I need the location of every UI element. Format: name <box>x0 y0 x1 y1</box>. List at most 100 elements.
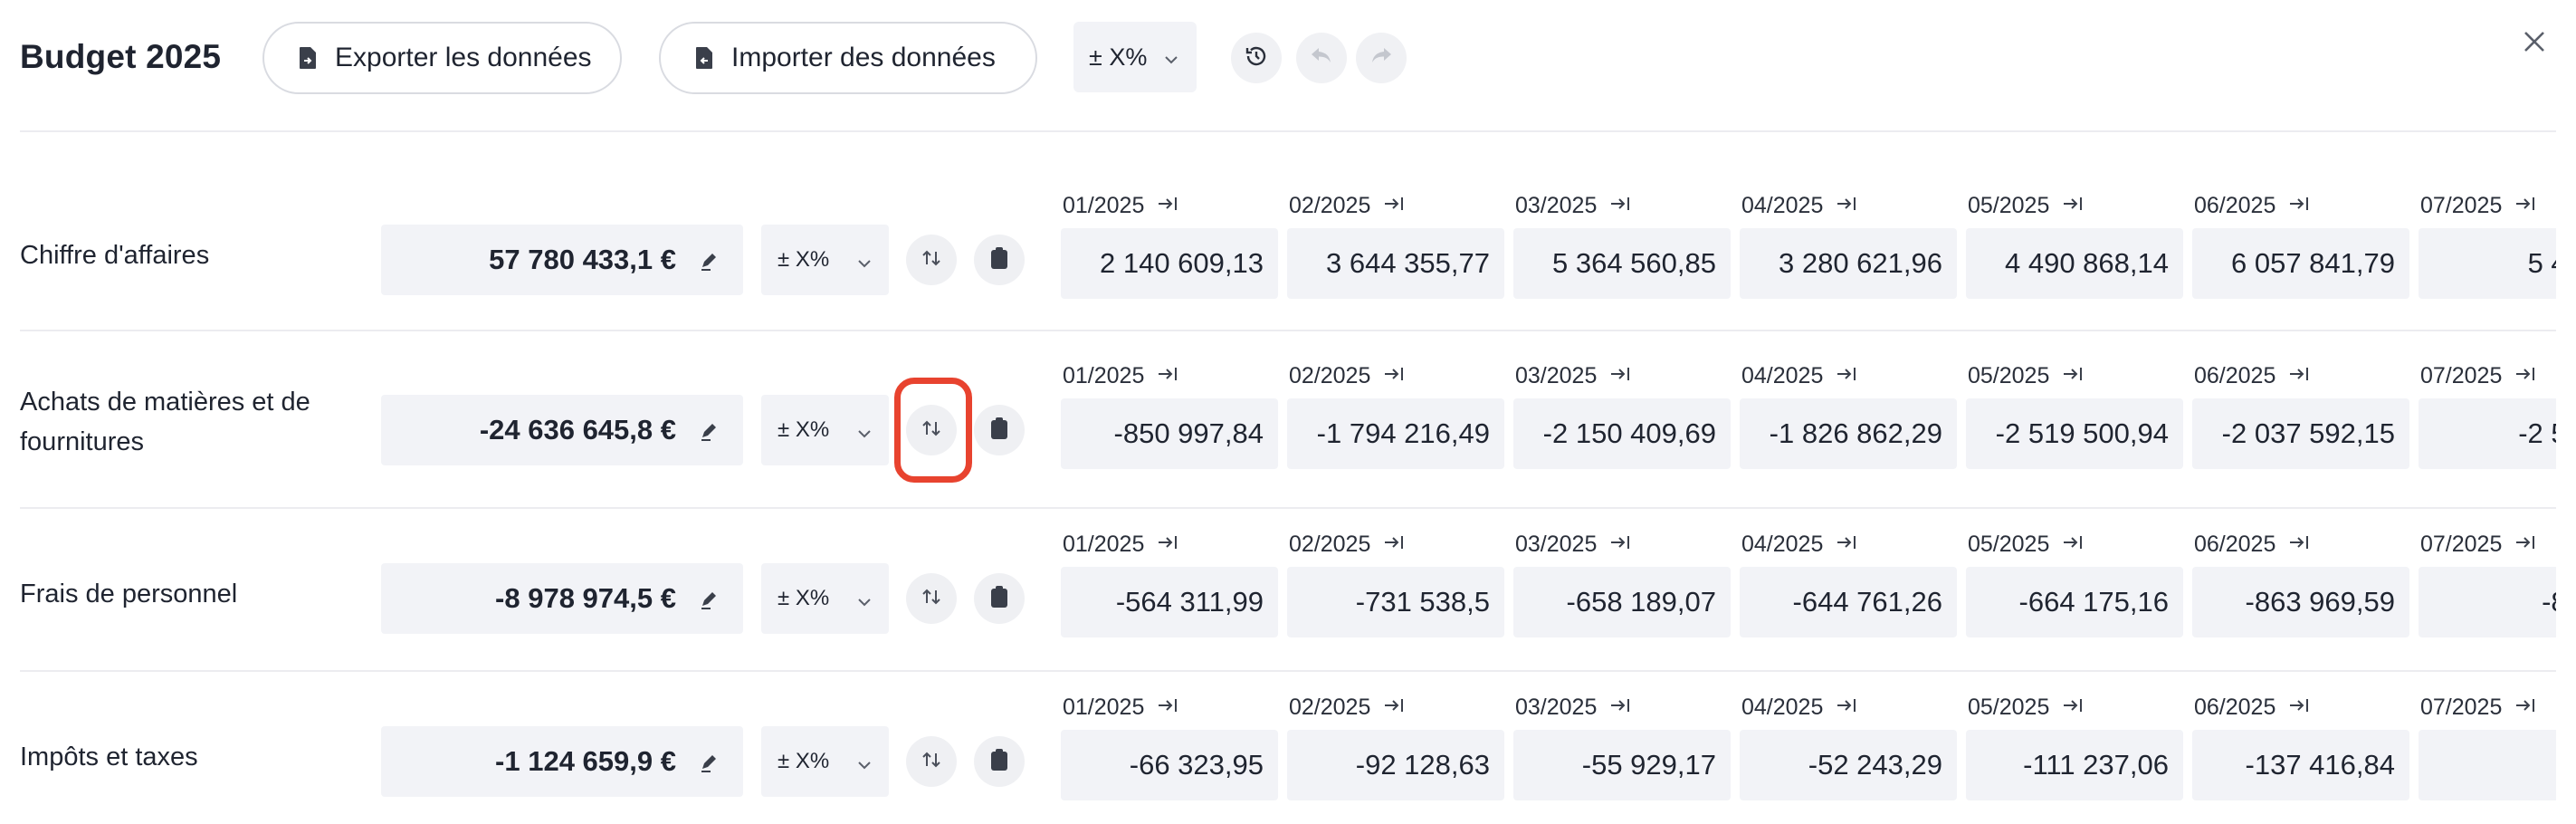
arrow-to-right-icon[interactable] <box>2288 190 2310 221</box>
month-value-field[interactable]: -137 416,84 <box>2192 730 2409 800</box>
pencil-icon[interactable] <box>698 587 721 610</box>
month-value-field[interactable]: -644 761,26 <box>1740 567 1957 637</box>
month-value-field[interactable]: -804 1 <box>2419 567 2556 637</box>
pencil-icon[interactable] <box>698 248 721 272</box>
month-column: 01/2025 2 140 609,13 <box>1061 190 1278 302</box>
import-data-button[interactable]: Importer des données <box>659 22 1037 94</box>
month-value-field[interactable]: -850 997,84 <box>1061 398 1278 469</box>
month-value-field[interactable]: -66 323,95 <box>1061 730 1278 800</box>
month-value-field[interactable]: -1 826 862,29 <box>1740 398 1957 469</box>
month-header: 04/2025 <box>1741 190 1857 221</box>
month-header: 06/2025 <box>2194 190 2310 221</box>
sort-arrows-icon <box>920 246 943 274</box>
month-value-field[interactable]: -111 237,06 <box>1966 730 2183 800</box>
row-percent-select[interactable]: ± X% <box>761 395 889 465</box>
arrow-to-right-icon[interactable] <box>2062 190 2084 221</box>
month-label: 05/2025 <box>1968 532 2050 557</box>
undo-button[interactable] <box>1296 33 1347 83</box>
month-columns: 01/2025 -66 323,95 02/2025 -92 128,63 03/202… <box>1061 692 2556 804</box>
history-button[interactable] <box>1231 33 1282 83</box>
clipboard-button[interactable] <box>974 235 1025 285</box>
arrow-to-right-icon[interactable] <box>1609 529 1631 560</box>
clipboard-button[interactable] <box>974 405 1025 455</box>
arrow-to-right-icon[interactable] <box>1383 692 1405 723</box>
month-label: 01/2025 <box>1063 695 1145 720</box>
arrow-to-right-icon[interactable] <box>2514 360 2536 391</box>
month-label: 07/2025 <box>2420 193 2503 218</box>
month-value-field[interactable]: -52 243,29 <box>1740 730 1957 800</box>
month-value-field[interactable]: -664 175,16 <box>1966 567 2183 637</box>
arrow-to-right-icon[interactable] <box>2062 360 2084 391</box>
month-header: 04/2025 <box>1741 529 1857 560</box>
arrow-to-right-icon[interactable] <box>1609 360 1631 391</box>
row-total-field[interactable]: -24 636 645,8 € <box>381 395 743 465</box>
month-header: 04/2025 <box>1741 692 1857 723</box>
month-value-field[interactable]: -92 128,63 <box>1287 730 1504 800</box>
row-total-field[interactable]: 57 780 433,1 € <box>381 225 743 295</box>
month-value-field[interactable]: -564 311,99 <box>1061 567 1278 637</box>
arrow-to-right-icon[interactable] <box>1157 692 1178 723</box>
row-percent-select[interactable]: ± X% <box>761 225 889 295</box>
distribute-button[interactable] <box>906 736 957 787</box>
arrow-to-right-icon[interactable] <box>2514 529 2536 560</box>
arrow-to-right-icon[interactable] <box>1836 360 1857 391</box>
distribute-button[interactable] <box>906 573 957 624</box>
arrow-to-right-icon[interactable] <box>2514 692 2536 723</box>
row-total-field[interactable]: -8 978 974,5 € <box>381 563 743 634</box>
month-label: 02/2025 <box>1289 532 1371 557</box>
month-value-field[interactable]: 5 364 560,85 <box>1513 228 1731 299</box>
distribute-button[interactable] <box>906 235 957 285</box>
month-value-field[interactable]: 4 490 868,14 <box>1966 228 2183 299</box>
arrow-to-right-icon[interactable] <box>1383 529 1405 560</box>
month-value-field[interactable]: -863 969,59 <box>2192 567 2409 637</box>
month-value-field[interactable]: -731 538,5 <box>1287 567 1504 637</box>
month-label: 02/2025 <box>1289 695 1371 720</box>
arrow-to-right-icon[interactable] <box>1383 360 1405 391</box>
clipboard-icon <box>988 747 1010 777</box>
export-data-button[interactable]: Exporter les données <box>262 22 622 94</box>
clipboard-button[interactable] <box>974 573 1025 624</box>
arrow-to-right-icon[interactable] <box>1836 190 1857 221</box>
month-value-field[interactable]: 2 140 609,13 <box>1061 228 1278 299</box>
distribute-button[interactable] <box>906 405 957 455</box>
global-percent-select[interactable]: ± X% <box>1073 22 1197 92</box>
month-value-field[interactable]: -658 189,07 <box>1513 567 1731 637</box>
pencil-icon[interactable] <box>698 750 721 773</box>
month-value-field[interactable]: -2 037 592,15 <box>2192 398 2409 469</box>
month-value-field[interactable]: -2 150 409,69 <box>1513 398 1731 469</box>
month-label: 06/2025 <box>2194 532 2276 557</box>
arrow-to-right-icon[interactable] <box>1157 529 1178 560</box>
month-value-field[interactable]: 5 408 1 <box>2419 228 2556 299</box>
arrow-to-right-icon[interactable] <box>1157 360 1178 391</box>
arrow-to-right-icon[interactable] <box>1609 190 1631 221</box>
close-button[interactable] <box>2516 25 2552 62</box>
arrow-to-right-icon[interactable] <box>2288 529 2310 560</box>
chevron-down-icon <box>856 589 873 614</box>
month-value-field[interactable]: 3 644 355,77 <box>1287 228 1504 299</box>
row-total-field[interactable]: -1 124 659,9 € <box>381 726 743 797</box>
month-value-field[interactable]: 3 280 621,96 <box>1740 228 1957 299</box>
month-value-field[interactable]: -55 929,17 <box>1513 730 1731 800</box>
arrow-to-right-icon[interactable] <box>2062 529 2084 560</box>
month-value-field[interactable]: -2 579 9 <box>2419 398 2556 469</box>
clipboard-button[interactable] <box>974 736 1025 787</box>
month-value-field[interactable]: -1 794 216,49 <box>1287 398 1504 469</box>
month-value-field[interactable]: 6 057 841,79 <box>2192 228 2409 299</box>
arrow-to-right-icon[interactable] <box>2514 190 2536 221</box>
arrow-to-right-icon[interactable] <box>2288 360 2310 391</box>
arrow-to-right-icon[interactable] <box>1836 692 1857 723</box>
arrow-to-right-icon[interactable] <box>1157 190 1178 221</box>
month-value-field[interactable]: -69 2 <box>2419 730 2556 800</box>
row-percent-select[interactable]: ± X% <box>761 563 889 634</box>
row-percent-select[interactable]: ± X% <box>761 726 889 797</box>
arrow-to-right-icon[interactable] <box>1609 692 1631 723</box>
month-value-field[interactable]: -2 519 500,94 <box>1966 398 2183 469</box>
arrow-to-right-icon[interactable] <box>1383 190 1405 221</box>
arrow-to-right-icon[interactable] <box>1836 529 1857 560</box>
pencil-icon[interactable] <box>698 418 721 442</box>
redo-button[interactable] <box>1356 33 1407 83</box>
arrow-to-right-icon[interactable] <box>2288 692 2310 723</box>
page-title: Budget 2025 <box>20 38 222 75</box>
arrow-to-right-icon[interactable] <box>2062 692 2084 723</box>
month-column: 03/2025 -2 150 409,69 <box>1513 360 1731 473</box>
